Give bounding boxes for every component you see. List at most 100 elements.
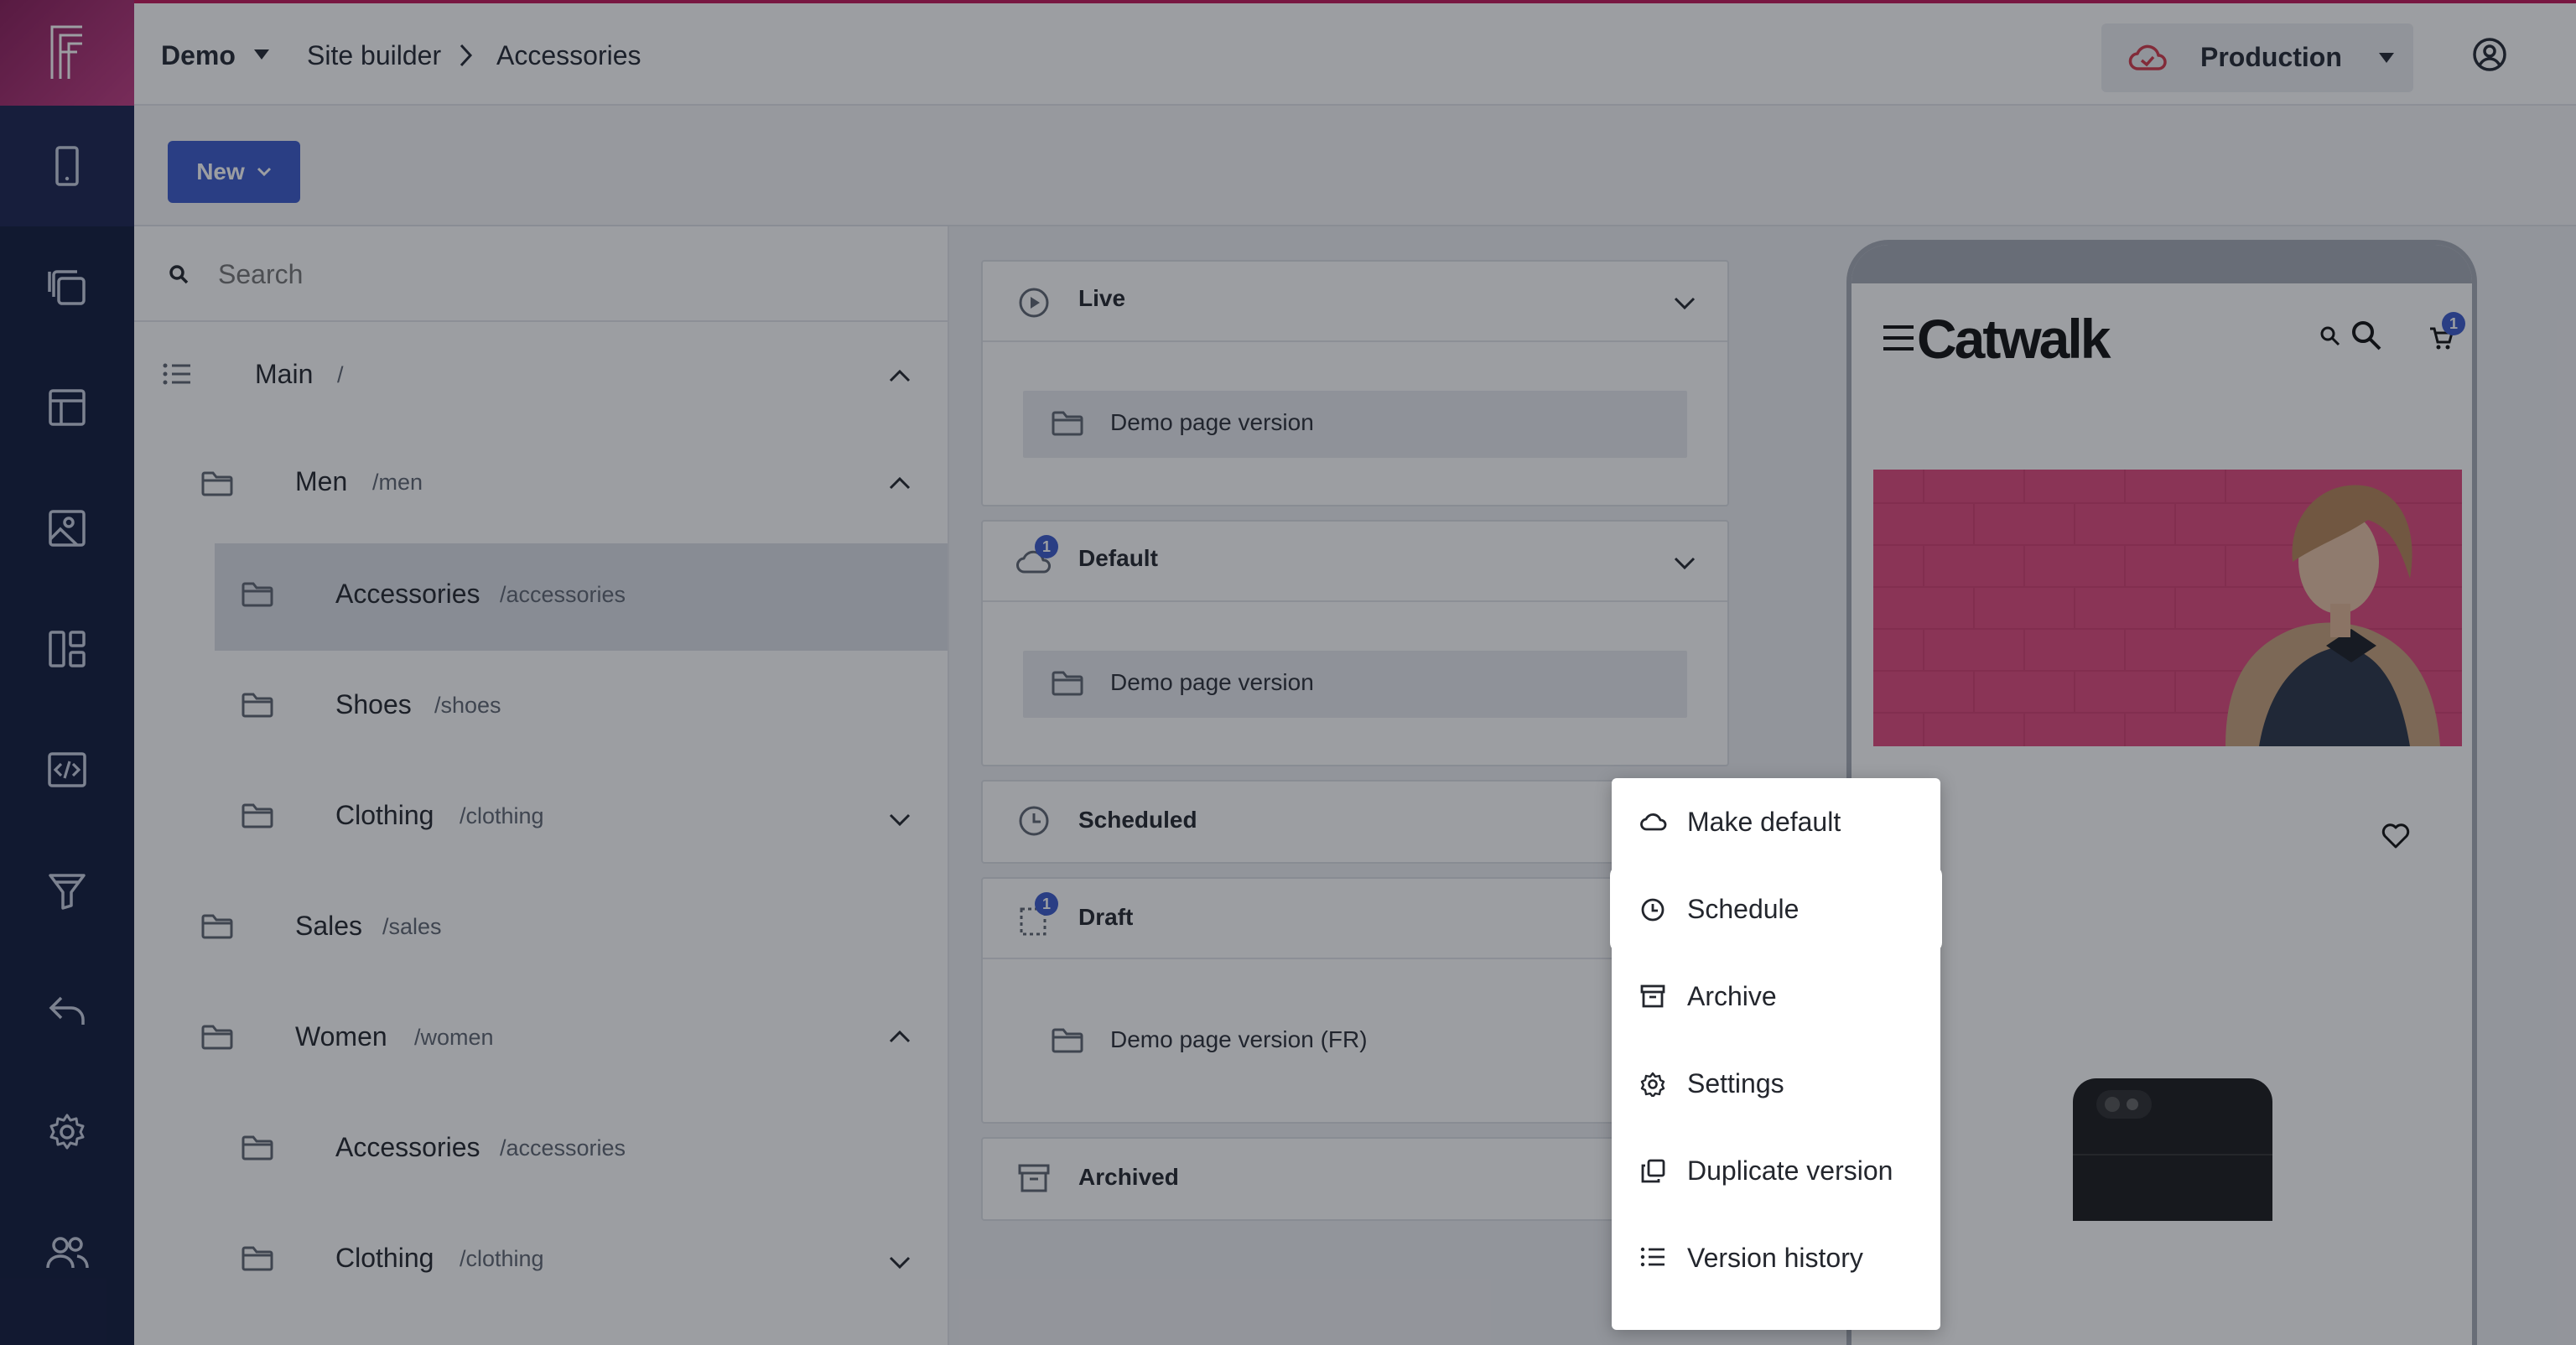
- f-logo-icon[interactable]: [0, 0, 134, 106]
- folder-icon: [242, 582, 273, 607]
- gear-icon[interactable]: [0, 1072, 134, 1192]
- play-circle-icon: [1018, 287, 1050, 319]
- menu-item-archive[interactable]: Archive: [1612, 953, 1940, 1040]
- chevron-up-icon[interactable]: [889, 1030, 911, 1043]
- cloud-icon: [2128, 42, 2167, 72]
- archive-icon: [1640, 984, 1665, 1008]
- breadcrumb-site-builder[interactable]: Site builder: [307, 39, 441, 72]
- tree-search[interactable]: [134, 226, 948, 322]
- hero-image: [1873, 470, 2462, 746]
- version-item[interactable]: Demo page version (FR): [1023, 1008, 1687, 1075]
- list-icon: [1640, 1246, 1665, 1268]
- tree-node-label: Sales: [295, 911, 363, 941]
- menu-item-version-history[interactable]: Version history: [1612, 1214, 1940, 1301]
- tree-item-men-shoes[interactable]: Shoes /shoes: [215, 654, 948, 761]
- environment-selector[interactable]: Production: [2101, 23, 2413, 92]
- chevron-down-icon: [257, 167, 272, 177]
- tree-root-main[interactable]: Main /: [134, 322, 948, 429]
- tree-node-label: Clothing: [335, 1243, 434, 1273]
- tree-item-men[interactable]: Men /men: [134, 429, 948, 537]
- folder-icon: [201, 471, 233, 496]
- page-tree-panel: Main / Men /men Accessories /accessories…: [134, 226, 949, 1345]
- tree-item-women-clothing[interactable]: Clothing /clothing: [215, 1207, 948, 1315]
- version-section-live: Live Demo page version: [981, 260, 1729, 506]
- funnel-icon[interactable]: [0, 830, 134, 951]
- mobile-preview: Catwalk 1: [1846, 240, 2477, 1345]
- tree-item-women-accessories[interactable]: Accessories /accessories: [215, 1097, 948, 1204]
- chevron-down-icon[interactable]: [889, 813, 911, 827]
- hamburger-menu-icon[interactable]: [1882, 324, 1915, 352]
- archive-icon: [1018, 1164, 1050, 1192]
- copy-pages-icon[interactable]: [0, 226, 134, 347]
- left-navigation: [0, 0, 134, 1345]
- tree-node-label: Men: [295, 466, 348, 496]
- version-item[interactable]: Demo page version: [1023, 651, 1687, 718]
- tree-node-label: Accessories: [335, 579, 480, 609]
- menu-item-label: Duplicate version: [1687, 1155, 1893, 1186]
- user-circle-icon[interactable]: [2472, 37, 2507, 72]
- tree-item-men-clothing[interactable]: Clothing /clothing: [215, 765, 948, 872]
- menu-item-settings[interactable]: Settings: [1612, 1040, 1940, 1127]
- search-small-icon[interactable]: [2319, 325, 2341, 347]
- tree-node-path: /women: [414, 1025, 494, 1050]
- environment-label: Production: [2200, 42, 2342, 72]
- tree-node-path: /clothing: [460, 803, 544, 828]
- tree-node-path: /: [337, 362, 344, 387]
- tree-node-path: /shoes: [434, 693, 501, 718]
- count-badge: 1: [1035, 892, 1058, 916]
- code-icon[interactable]: [0, 709, 134, 830]
- section-title: Archived: [1078, 1164, 1179, 1190]
- layout-icon[interactable]: [0, 347, 134, 468]
- tree-item-sales[interactable]: Sales /sales: [134, 875, 948, 983]
- chevron-down-icon[interactable]: [1674, 557, 1696, 570]
- menu-item-duplicate-version[interactable]: Duplicate version: [1612, 1127, 1940, 1214]
- section-header-default[interactable]: 1 Default: [983, 522, 1727, 602]
- product-phone-case-image: [2073, 1078, 2272, 1221]
- image-icon[interactable]: [0, 468, 134, 589]
- new-button[interactable]: New: [168, 141, 300, 203]
- gear-icon: [1640, 1072, 1665, 1097]
- tree-item-women[interactable]: Women /women: [134, 986, 948, 1093]
- cart-count-badge: 1: [2442, 312, 2465, 335]
- chevron-up-icon[interactable]: [889, 476, 911, 490]
- search-icon: [168, 263, 190, 285]
- clock-icon: [1018, 805, 1050, 837]
- version-context-menu: Make default Schedule Archive Settings D…: [1610, 778, 1942, 1330]
- heart-icon[interactable]: [2381, 823, 2410, 849]
- caret-down-icon[interactable]: [253, 49, 270, 60]
- dashboard-icon[interactable]: [0, 589, 134, 709]
- section-title: Default: [1078, 545, 1158, 571]
- tree-node-label: Main: [255, 359, 314, 389]
- tree-node-label: Shoes: [335, 689, 412, 719]
- chevron-right-icon: [460, 44, 473, 67]
- menu-item-label: Settings: [1687, 1068, 1784, 1098]
- folder-icon: [1052, 411, 1083, 436]
- chevron-down-icon[interactable]: [889, 1256, 911, 1270]
- project-switcher[interactable]: Demo: [161, 39, 236, 72]
- folder-icon: [242, 1135, 273, 1161]
- phone-notch-bar: [1852, 245, 2472, 283]
- tree-node-path: /sales: [382, 914, 442, 939]
- cloud-icon: [1640, 810, 1667, 832]
- menu-item-label: Archive: [1687, 981, 1777, 1011]
- tree-node-path: /clothing: [460, 1246, 544, 1271]
- search-icon[interactable]: [2350, 319, 2383, 352]
- chevron-down-icon[interactable]: [1674, 297, 1696, 310]
- undo-icon[interactable]: [0, 951, 134, 1072]
- chevron-up-icon[interactable]: [889, 369, 911, 382]
- new-button-label: New: [196, 158, 245, 184]
- section-header-live[interactable]: Live: [983, 262, 1727, 342]
- count-badge: 1: [1035, 535, 1058, 558]
- menu-item-make-default[interactable]: Make default: [1612, 778, 1940, 865]
- menu-item-label: Schedule: [1687, 894, 1800, 924]
- users-icon[interactable]: [0, 1192, 134, 1313]
- version-item[interactable]: Demo page version: [1023, 391, 1687, 458]
- tree-node-label: Women: [295, 1021, 387, 1052]
- tree-node-path: /men: [372, 470, 423, 495]
- folder-icon: [1052, 671, 1083, 696]
- brand-logo: Catwalk: [1917, 308, 2111, 370]
- search-input[interactable]: [218, 252, 906, 297]
- menu-item-schedule[interactable]: Schedule: [1610, 865, 1942, 953]
- tree-item-men-accessories[interactable]: Accessories /accessories: [215, 543, 948, 651]
- device-mobile-icon[interactable]: [0, 106, 134, 226]
